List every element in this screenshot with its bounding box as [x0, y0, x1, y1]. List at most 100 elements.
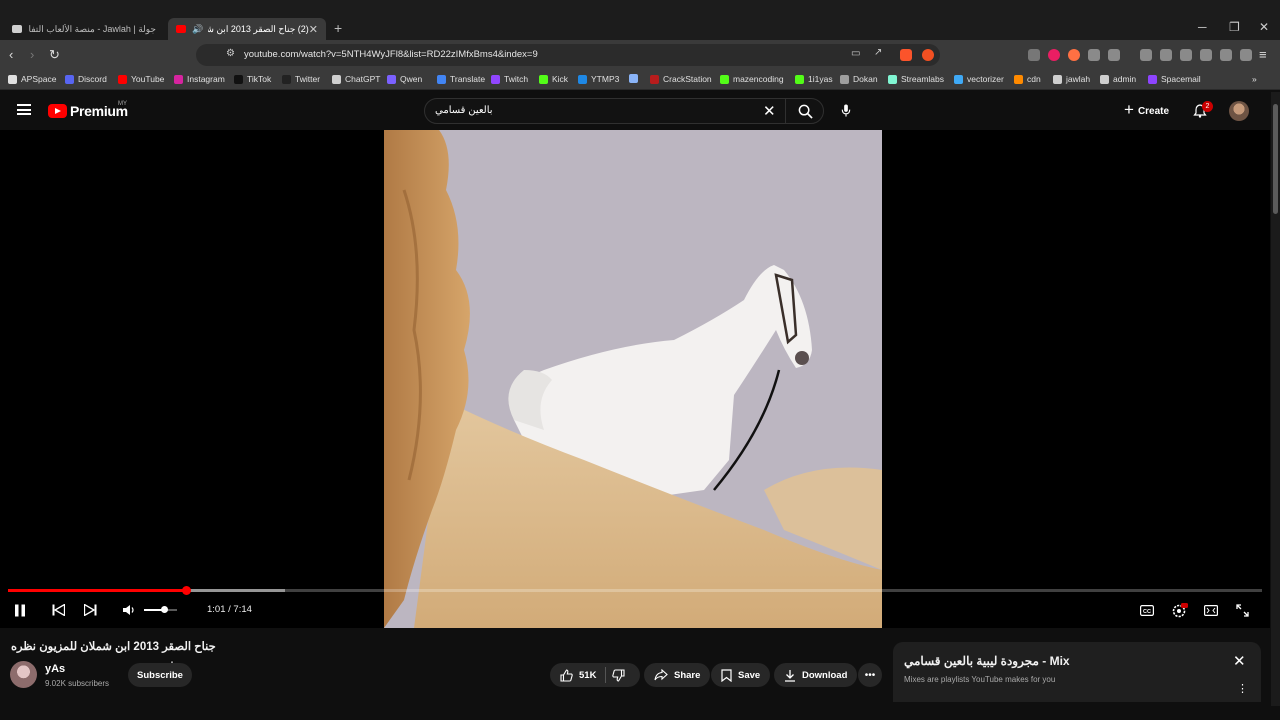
- brave-shield-icon[interactable]: [900, 49, 912, 61]
- subscribe-button[interactable]: Subscribe: [128, 663, 192, 687]
- download-button[interactable]: Download: [774, 663, 858, 687]
- subtitles-button[interactable]: CC: [1140, 603, 1154, 617]
- puzzle-icon[interactable]: [1088, 49, 1100, 61]
- bookmark-item[interactable]: admin: [1100, 74, 1136, 84]
- close-window-icon[interactable]: ✕: [1259, 20, 1269, 34]
- scrollbar-thumb[interactable]: [1273, 104, 1278, 214]
- bookmark-item[interactable]: vectorizer: [954, 74, 1004, 84]
- next-button[interactable]: [84, 603, 97, 617]
- time-display: 1:01 / 7:14: [207, 604, 252, 615]
- download-icon[interactable]: [1140, 49, 1152, 61]
- media-icon[interactable]: [1160, 49, 1172, 61]
- share-page-icon[interactable]: ↗: [874, 47, 882, 58]
- fullscreen-button[interactable]: [1236, 603, 1249, 617]
- bookmark-label: cdn: [1027, 74, 1041, 84]
- share-button[interactable]: Share: [644, 663, 711, 687]
- mix-title[interactable]: مجرودة ليبية بالعين قسامي - Mix: [904, 654, 1070, 668]
- youtube-premium-logo[interactable]: Premium MY: [48, 101, 128, 119]
- extension-icon[interactable]: [1068, 49, 1080, 61]
- more-vertical-icon[interactable]: ⋮: [1237, 682, 1248, 695]
- forward-icon[interactable]: ›: [30, 47, 34, 62]
- extension-icon[interactable]: [1028, 49, 1040, 61]
- site-info-icon[interactable]: ⚙: [226, 48, 235, 59]
- pause-button[interactable]: [14, 603, 26, 617]
- extension-icon[interactable]: [1108, 49, 1120, 61]
- reload-icon[interactable]: ↻: [49, 47, 60, 63]
- dislike-button[interactable]: [612, 668, 625, 682]
- search-button[interactable]: [785, 99, 825, 123]
- bookmark-item[interactable]: Qwen: [387, 74, 422, 84]
- thumbs-up-icon: [560, 668, 573, 682]
- extension-icon[interactable]: [1048, 49, 1060, 61]
- minimize-icon[interactable]: ─: [1198, 20, 1207, 34]
- video-player[interactable]: 1:01 / 7:14 CC: [0, 130, 1270, 676]
- closed-captions-icon: CC: [1140, 604, 1154, 616]
- bookmark-item[interactable]: jawlah: [1053, 74, 1090, 84]
- scrubber-handle[interactable]: [182, 586, 191, 595]
- bookmark-favicon-icon: [65, 74, 74, 84]
- like-dislike-group: 51K: [550, 663, 640, 687]
- new-tab-icon[interactable]: +: [334, 20, 342, 36]
- settings-button[interactable]: [1172, 602, 1188, 617]
- theater-mode-button[interactable]: [1204, 603, 1218, 617]
- restore-icon[interactable]: ❐: [1229, 20, 1240, 34]
- bookmark-item[interactable]: Twitch: [491, 74, 528, 84]
- bookmark-item[interactable]: 1i1yas: [795, 74, 833, 84]
- browser-tab[interactable]: جولة | Jawlah - منصة الألعاب التفاعلية: [4, 18, 164, 40]
- back-icon[interactable]: ‹: [9, 47, 13, 62]
- audio-playing-icon[interactable]: 🔊: [192, 24, 203, 35]
- bookmark-item[interactable]: YTMP3: [578, 74, 619, 84]
- vpn-icon[interactable]: [1240, 49, 1252, 61]
- clear-search-icon[interactable]: ✕: [763, 102, 776, 120]
- like-button[interactable]: 51K: [560, 668, 596, 682]
- create-button[interactable]: + Create: [1124, 100, 1169, 120]
- screen-icon[interactable]: ▭: [851, 48, 860, 59]
- bookmark-item[interactable]: APSpace: [8, 74, 56, 84]
- brave-rewards-icon[interactable]: [922, 49, 934, 61]
- channel-name[interactable]: yAs: [45, 663, 65, 675]
- bookmark-favicon-icon: [8, 74, 17, 84]
- more-actions-button[interactable]: •••: [858, 663, 882, 687]
- volume-slider-handle[interactable]: [161, 606, 168, 613]
- account-avatar[interactable]: [1229, 101, 1249, 121]
- bookmark-label: 1i1yas: [808, 74, 833, 84]
- bookmark-item[interactable]: CrackStation: [650, 74, 712, 84]
- bookmark-item[interactable]: Translate: [437, 74, 485, 84]
- page-scrollbar[interactable]: [1271, 92, 1280, 706]
- bookmark-item[interactable]: TikTok: [234, 74, 271, 84]
- bookmark-item[interactable]: mazencoding: [720, 74, 784, 84]
- next-icon: [84, 604, 97, 616]
- bookmark-item[interactable]: cdn: [1014, 74, 1041, 84]
- bookmark-item[interactable]: Streamlabs: [888, 74, 944, 84]
- sidebar-icon[interactable]: [1180, 49, 1192, 61]
- bookmark-item[interactable]: Dokan: [840, 74, 878, 84]
- more-bookmarks-icon[interactable]: »: [1252, 74, 1257, 84]
- bookmark-item[interactable]: Twitter: [282, 74, 320, 84]
- leo-ai-icon[interactable]: [1220, 49, 1232, 61]
- guide-menu-icon[interactable]: [17, 104, 31, 115]
- video-frame[interactable]: [384, 130, 882, 628]
- save-button[interactable]: Save: [711, 663, 771, 687]
- menu-icon[interactable]: ≡: [1259, 47, 1267, 62]
- bookmark-favicon-icon: [720, 74, 729, 84]
- bookmark-item[interactable]: Instagram: [174, 74, 225, 84]
- address-bar[interactable]: ⚙ youtube.com/watch?v=5NTH4WyJFl8&list=R…: [196, 44, 940, 66]
- bookmark-item[interactable]: Discord: [65, 74, 107, 84]
- bookmark-favicon-icon: [1053, 74, 1062, 84]
- bookmark-item[interactable]: Kick: [539, 74, 568, 84]
- browser-tab-active[interactable]: 🔊 (2) جناح الصقر 2013 ابن شملان ✕: [168, 18, 326, 40]
- close-playlist-icon[interactable]: ✕: [1233, 652, 1246, 670]
- voice-search-icon[interactable]: [841, 104, 851, 117]
- close-tab-icon[interactable]: ✕: [309, 23, 318, 36]
- channel-avatar[interactable]: [10, 661, 37, 688]
- bookmark-item[interactable]: YouTube: [118, 74, 164, 84]
- mute-button[interactable]: [122, 603, 136, 617]
- bookmark-item[interactable]: [629, 74, 642, 83]
- search-input[interactable]: بالعين قسامي: [435, 105, 493, 116]
- previous-button[interactable]: [52, 603, 65, 617]
- bookmark-item[interactable]: ChatGPT: [332, 74, 380, 84]
- wallet-icon[interactable]: [1200, 49, 1212, 61]
- bookmark-item[interactable]: Spacemail: [1148, 74, 1201, 84]
- search-box[interactable]: بالعين قسامي ✕: [424, 98, 824, 124]
- bookmark-label: CrackStation: [663, 74, 712, 84]
